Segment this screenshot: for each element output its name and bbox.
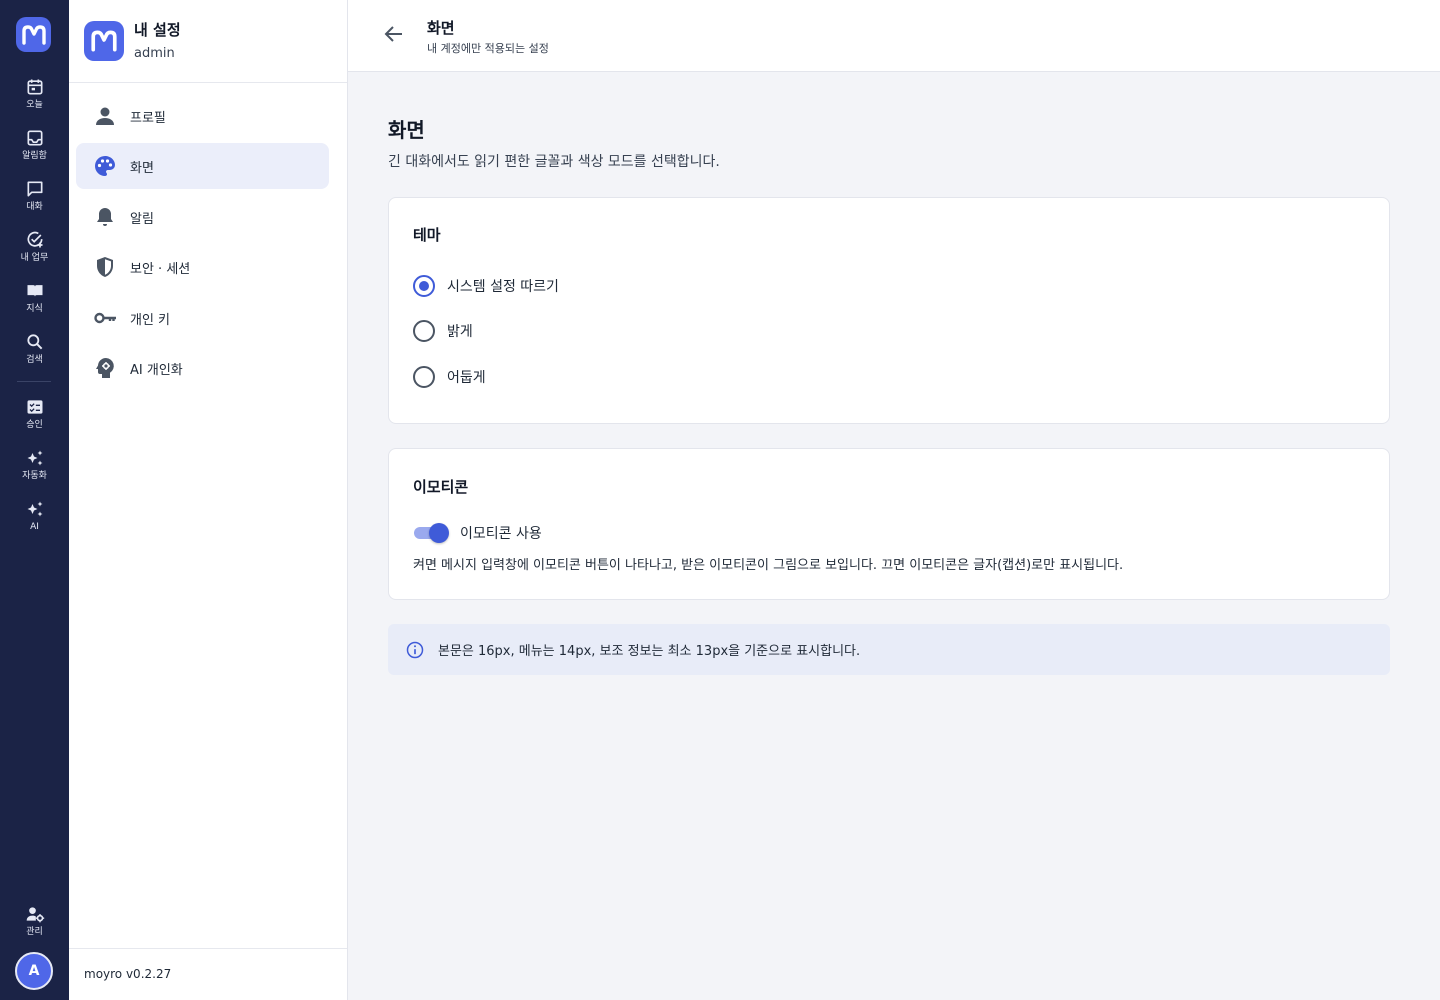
rail-item-admin[interactable]: 관리 — [0, 904, 69, 950]
sidebar-item-notifications[interactable]: 알림 — [76, 194, 329, 240]
sidebar-item-label: 프로필 — [130, 110, 166, 126]
rail-label: 대화 — [26, 202, 43, 212]
calendar-icon — [27, 79, 42, 95]
sparkle-icon — [27, 450, 42, 466]
emoticon-toggle-row[interactable]: 이모티콘 사용 — [413, 522, 542, 544]
rail-item-automation[interactable]: 자동화 — [0, 448, 69, 494]
logo-m-icon — [21, 24, 46, 45]
admin-gear-icon — [26, 907, 44, 923]
radio-label: 시스템 설정 따르기 — [447, 279, 559, 295]
sidebar-title: 내 설정 — [134, 21, 181, 39]
version-label: moyro v0.2.27 — [84, 967, 172, 981]
inbox-icon — [27, 130, 42, 146]
rail-label: 승인 — [26, 420, 43, 430]
sidebar-item-personal-key[interactable]: 개인 키 — [76, 295, 329, 341]
back-arrow-icon[interactable] — [382, 22, 406, 46]
app-logo[interactable] — [16, 17, 51, 52]
theme-option-system[interactable]: 시스템 설정 따르기 — [413, 273, 559, 299]
logo-m-icon — [91, 30, 117, 52]
sidebar-header: 내 설정 admin — [69, 0, 347, 83]
task-check-icon — [27, 231, 43, 248]
sidebar-item-label: 화면 — [130, 160, 154, 176]
radio-label: 어둡게 — [447, 370, 486, 386]
sidebar-username: admin — [134, 46, 175, 61]
rail-item-inbox[interactable]: 알림함 — [0, 128, 69, 174]
theme-option-light[interactable]: 밝게 — [413, 318, 473, 344]
search-icon — [26, 334, 42, 350]
header-subtitle: 내 계정에만 적용되는 설정 — [427, 42, 549, 55]
rail-label: AI — [30, 522, 39, 532]
sidebar-item-label: 보안 · 세션 — [130, 261, 191, 277]
info-banner: 본문은 16px, 메뉴는 14px, 보조 정보는 최소 13px을 기준으로… — [388, 624, 1390, 675]
palette-icon — [93, 154, 117, 178]
emoticon-help-text: 켜면 메시지 입력창에 이모티콘 버튼이 나타나고, 받은 이모티콘이 그림으로… — [413, 558, 1124, 573]
toggle-knob — [429, 523, 449, 543]
sidebar-footer: moyro v0.2.27 — [69, 948, 347, 1000]
bell-icon — [93, 205, 117, 229]
theme-option-dark[interactable]: 어둡게 — [413, 364, 486, 390]
sidebar-item-security[interactable]: 보안 · 세션 — [76, 244, 329, 290]
page-header: 화면 내 계정에만 적용되는 설정 — [348, 0, 1440, 72]
theme-title: 테마 — [413, 226, 441, 244]
header-title: 화면 — [427, 19, 455, 37]
sidebar-item-label: 알림 — [130, 211, 154, 227]
page-title: 화면 — [388, 118, 425, 142]
sidebar-item-label: 개인 키 — [130, 312, 171, 328]
rail-label: 내 업무 — [20, 253, 49, 263]
sparkle-icon — [27, 501, 42, 517]
sidebar-item-profile[interactable]: 프로필 — [76, 93, 329, 139]
rail-item-my-tasks[interactable]: 내 업무 — [0, 230, 69, 276]
ai-head-icon — [93, 356, 117, 380]
sidebar-item-display[interactable]: 화면 — [76, 143, 329, 189]
page-description: 긴 대화에서도 읽기 편한 글꼴과 색상 모드를 선택합니다. — [388, 154, 720, 170]
chat-icon — [27, 181, 43, 197]
sidebar-item-label: AI 개인화 — [130, 362, 183, 378]
toggle-label: 이모티콘 사용 — [460, 526, 542, 542]
settings-sidebar: 내 설정 admin 프로필 화면 알림 보안 · 세션 개인 키 AI 개인화… — [69, 0, 348, 1000]
emoticon-card: 이모티콘 이모티콘 사용 켜면 메시지 입력창에 이모티콘 버튼이 나타나고, … — [388, 448, 1390, 600]
rail-label: 오늘 — [26, 100, 43, 110]
info-icon — [406, 641, 424, 658]
rail-item-chat[interactable]: 대화 — [0, 179, 69, 225]
sidebar-item-ai-personalization[interactable]: AI 개인화 — [76, 345, 329, 391]
key-icon — [93, 306, 117, 330]
person-icon — [93, 104, 117, 128]
rail-item-search[interactable]: 검색 — [0, 332, 69, 378]
emoticon-toggle[interactable] — [413, 522, 449, 544]
settings-logo — [84, 21, 124, 61]
rail-item-today[interactable]: 오늘 — [0, 77, 69, 123]
icon-rail: 오늘 알림함 대화 내 업무 지식 검색 승인 자동화 AI 관리 A — [0, 0, 69, 1000]
shield-icon — [93, 255, 117, 279]
rail-item-approval[interactable]: 승인 — [0, 397, 69, 443]
rail-item-knowledge[interactable]: 지식 — [0, 281, 69, 327]
rail-label: 알림함 — [22, 151, 47, 161]
rail-label: 관리 — [26, 927, 43, 937]
book-icon — [27, 285, 42, 297]
radio-label: 밝게 — [447, 324, 473, 340]
emoticon-title: 이모티콘 — [413, 478, 469, 496]
rail-label: 지식 — [26, 304, 43, 314]
approval-icon — [27, 400, 42, 414]
radio-checked[interactable] — [413, 275, 435, 297]
rail-label: 자동화 — [22, 471, 47, 481]
rail-divider — [17, 381, 51, 382]
avatar[interactable]: A — [15, 952, 53, 990]
rail-label: 검색 — [26, 355, 43, 365]
rail-item-ai[interactable]: AI — [0, 499, 69, 545]
radio-unchecked[interactable] — [413, 366, 435, 388]
radio-unchecked[interactable] — [413, 320, 435, 342]
theme-card: 테마 시스템 설정 따르기 밝게 어둡게 — [388, 197, 1390, 424]
info-text: 본문은 16px, 메뉴는 14px, 보조 정보는 최소 13px을 기준으로… — [438, 644, 861, 659]
